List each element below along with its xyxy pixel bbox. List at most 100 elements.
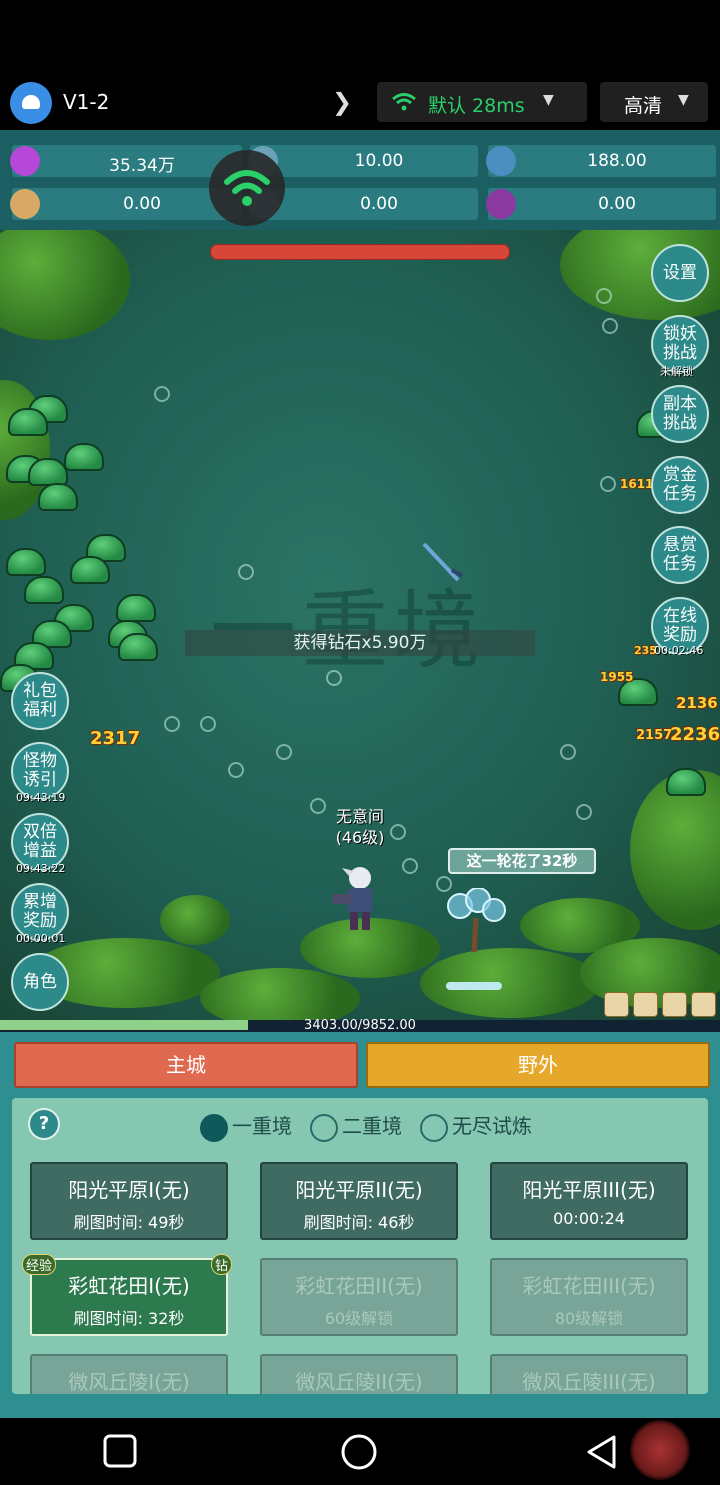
menu-label: 锁妖挑战 xyxy=(663,324,697,363)
map-selection-panel: 主城 野外 ? 一重境 二重境 无尽试炼 阳光平原I(无) 刷图时间: 49秒 阳… xyxy=(0,1032,720,1418)
radio-icon xyxy=(310,1113,338,1142)
network-selector[interactable]: 默认 28ms ▼ xyxy=(377,82,587,122)
slime-enemy xyxy=(116,594,156,622)
tree-foliage xyxy=(0,230,130,340)
network-label: 默认 28ms xyxy=(428,95,525,117)
floating-wifi-button[interactable] xyxy=(209,150,285,226)
round-time-bubble: 这一轮花了32秒 xyxy=(448,848,596,874)
online-reward-timer: 00:02:46 xyxy=(654,644,704,657)
stage-card[interactable]: 阳光平原III(无) 00:00:24 xyxy=(490,1162,688,1240)
bubble-tree-pet xyxy=(447,888,506,953)
realm-option-3[interactable]: 无尽试炼 xyxy=(420,1110,532,1142)
resource-scroll: 0.00 xyxy=(10,188,242,220)
diamond-badge: 钻 xyxy=(210,1254,232,1275)
menu-label: 双倍增益 xyxy=(23,822,57,861)
stage-card-active[interactable]: 经验 钻 彩虹花田I(无) 刷图时间: 32秒 xyxy=(22,1254,232,1336)
stage-card-locked[interactable]: 彩虹花田II(无) 60级解锁 xyxy=(260,1258,458,1336)
recent-apps-icon[interactable] xyxy=(102,1433,138,1469)
bubble xyxy=(276,744,292,760)
slime-enemy xyxy=(38,483,78,511)
resource-diamond: 35.34万 xyxy=(10,145,242,177)
bubble xyxy=(596,288,612,304)
realm-option-2[interactable]: 二重境 xyxy=(310,1110,402,1142)
bubble xyxy=(390,824,406,840)
slime-enemy xyxy=(70,556,110,584)
gift-welfare-button[interactable]: 礼包福利 xyxy=(11,672,69,730)
resource-value: 0.00 xyxy=(360,194,398,214)
player-hp-bar: 3403.00/9852.00 xyxy=(0,1018,720,1033)
flying-sword xyxy=(422,542,464,582)
bubble xyxy=(310,798,326,814)
help-button[interactable]: ? xyxy=(28,1108,60,1140)
stage-info: 80级解锁 xyxy=(554,1309,624,1328)
player-name: 无意间 (46级) xyxy=(330,806,390,848)
damage-number: 1611 xyxy=(620,477,654,491)
bubble xyxy=(402,858,418,874)
resource-value: 0.00 xyxy=(598,194,636,214)
bounty-task-button[interactable]: 赏金任务 xyxy=(651,456,709,514)
stage-info: 60级解锁 xyxy=(324,1309,394,1328)
potion-icon xyxy=(486,189,516,219)
bubble xyxy=(560,744,576,760)
player-character[interactable] xyxy=(330,862,386,934)
stage-name: 阳光平原I(无) xyxy=(68,1178,190,1202)
monster-lure-timer: 09:43:19 xyxy=(16,791,66,804)
bubble xyxy=(200,716,216,732)
damage-number: 2317 xyxy=(90,728,141,749)
android-app-icon[interactable] xyxy=(10,82,52,124)
stage-card-locked[interactable]: 微风丘陵II(无) xyxy=(260,1354,458,1394)
stage-card[interactable]: 阳光平原I(无) 刷图时间: 49秒 xyxy=(30,1162,228,1240)
stage-card-locked[interactable]: 微风丘陵III(无) xyxy=(490,1354,688,1394)
stage-card[interactable]: 阳光平原II(无) 刷图时间: 46秒 xyxy=(260,1162,458,1240)
stage-name: 彩虹花田I(无) xyxy=(68,1274,190,1298)
bubble xyxy=(600,476,616,492)
slime-enemy xyxy=(8,408,48,436)
stage-name: 微风丘陵II(无) xyxy=(295,1370,423,1394)
reward-task-button[interactable]: 悬赏任务 xyxy=(651,526,709,584)
floating-assistive-ball[interactable] xyxy=(630,1420,690,1480)
battle-scene[interactable]: 一重境 获得钻石x5.90万 2317 1611 1955 2136 2157 … xyxy=(0,230,720,1020)
player-level: (46级) xyxy=(335,828,385,847)
character-button[interactable]: 角色 xyxy=(11,953,69,1011)
quality-selector[interactable]: 高清 ▼ xyxy=(600,82,708,122)
slime-enemy xyxy=(6,548,46,576)
stage-name: 阳光平原III(无) xyxy=(522,1178,656,1202)
stage-name: 彩虹花田III(无) xyxy=(522,1274,656,1298)
menu-label: 角色 xyxy=(23,971,57,992)
lock-status: 未解锁 xyxy=(660,365,693,378)
buff-icon xyxy=(691,992,716,1017)
bubble xyxy=(238,564,254,580)
bubble xyxy=(576,804,592,820)
settings-button[interactable]: 设置 xyxy=(651,244,709,302)
menu-label: 怪物诱引 xyxy=(23,751,57,790)
cumulative-reward-timer: 00:00:01 xyxy=(16,932,66,945)
resource-value: 10.00 xyxy=(354,151,404,171)
realm-option-1[interactable]: 一重境 xyxy=(200,1110,292,1142)
resource-value: 188.00 xyxy=(587,151,647,171)
chevron-right-icon[interactable]: ❯ xyxy=(332,88,352,116)
stage-list: ? 一重境 二重境 无尽试炼 阳光平原I(无) 刷图时间: 49秒 阳光平原II(… xyxy=(12,1098,708,1394)
realm-label: 二重境 xyxy=(342,1114,402,1138)
stage-card-locked[interactable]: 彩虹花田III(无) 80级解锁 xyxy=(490,1258,688,1336)
main-city-tab[interactable]: 主城 xyxy=(14,1042,358,1088)
wifi-icon xyxy=(224,170,270,206)
wild-tab[interactable]: 野外 xyxy=(366,1042,710,1088)
stage-name: 阳光平原II(无) xyxy=(295,1178,423,1202)
home-icon[interactable] xyxy=(340,1433,378,1471)
damage-number: 2236 xyxy=(670,724,720,745)
resource-potion: 0.00 xyxy=(486,188,716,220)
menu-label: 副本挑战 xyxy=(663,394,697,433)
slime-enemy xyxy=(118,633,158,661)
gain-message: 获得钻石x5.90万 xyxy=(185,630,535,656)
double-boost-timer: 09:43:22 xyxy=(16,862,66,875)
dungeon-challenge-button[interactable]: 副本挑战 xyxy=(651,385,709,443)
stage-card-locked[interactable]: 微风丘陵I(无) xyxy=(30,1354,228,1394)
radio-icon xyxy=(420,1113,448,1142)
hp-text: 3403.00/9852.00 xyxy=(304,1018,416,1033)
resource-globe: 188.00 xyxy=(486,145,716,177)
player-name-text: 无意间 xyxy=(335,807,384,826)
menu-label: 赏金任务 xyxy=(663,465,697,504)
system-nav-bar xyxy=(0,1418,720,1485)
damage-number: 2157 xyxy=(636,728,673,743)
back-icon[interactable] xyxy=(584,1433,620,1471)
